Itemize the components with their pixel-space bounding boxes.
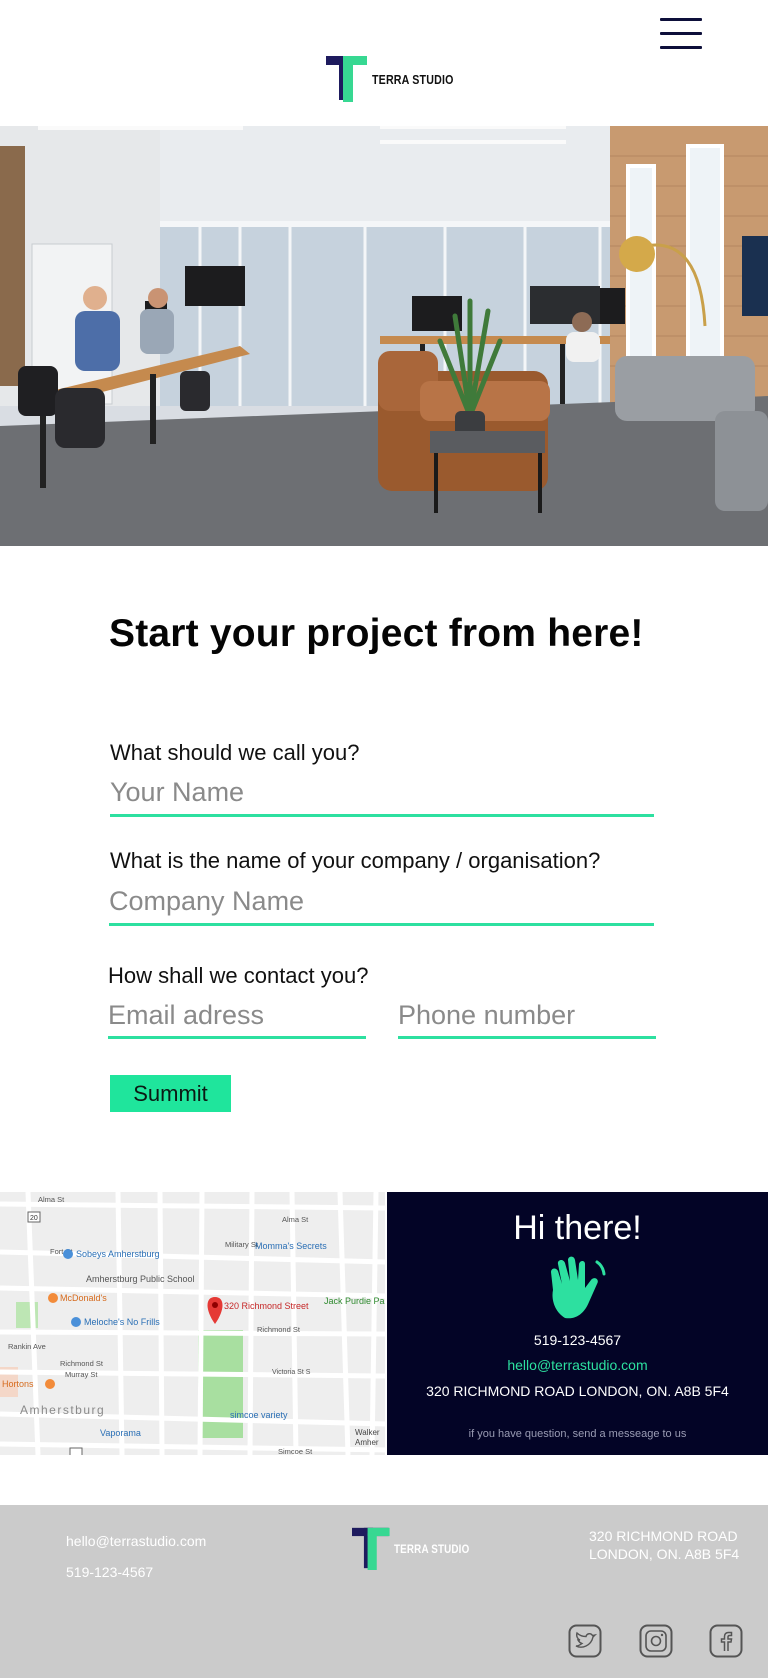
street-label: Murray St: [65, 1370, 98, 1379]
street-label: Rankin Ave: [8, 1342, 46, 1351]
street-label: Military St: [225, 1240, 259, 1249]
footer-email-link[interactable]: hello@terrastudio.com: [66, 1533, 206, 1549]
hamburger-menu-icon[interactable]: [660, 18, 704, 52]
place-label: Momma's Secrets: [255, 1241, 327, 1251]
contact-address: 320 RICHMOND ROAD LONDON, ON. A8B 5F4: [426, 1383, 729, 1399]
terra-logo-icon: [352, 1527, 390, 1570]
place-label: Meloche's No Frills: [84, 1317, 160, 1327]
place-label: Walker: [355, 1428, 380, 1437]
footer-brand-name: TERRA STUDIO: [394, 1542, 470, 1556]
email-input[interactable]: [108, 998, 366, 1039]
contact-question-label: How shall we contact you?: [108, 963, 369, 988]
footer-address-line2: LONDON, ON. A8B 5F4: [589, 1546, 740, 1562]
office-photo-illustration: [0, 126, 768, 546]
terra-logo-icon: [326, 56, 367, 102]
place-label: Hortons: [2, 1379, 34, 1389]
site-footer: hello@terrastudio.com 519-123-4567 TERRA…: [0, 1505, 768, 1678]
submit-button[interactable]: Summit: [110, 1075, 231, 1112]
name-question-label: What should we call you?: [110, 740, 360, 765]
twitter-icon[interactable]: [568, 1624, 602, 1658]
brand-logo[interactable]: TERRA STUDIO: [326, 54, 453, 102]
street-label: Richmond St: [257, 1325, 301, 1334]
footer-logo[interactable]: TERRA STUDIO: [352, 1526, 469, 1570]
road-badge: 20: [30, 1215, 38, 1222]
town-label: Amherstburg: [20, 1403, 105, 1417]
contact-note: if you have question, send a messeage to…: [468, 1428, 687, 1440]
hero-office-image: [0, 126, 768, 546]
waving-hand-icon: [551, 1256, 606, 1319]
place-label: Amherstburg Public School: [86, 1274, 195, 1284]
contact-phone[interactable]: 519-123-4567: [387, 1332, 768, 1348]
street-label: Alma St: [282, 1215, 309, 1224]
street-label: Alma St: [38, 1195, 65, 1204]
greeting: Hi there!: [513, 1209, 642, 1247]
name-input[interactable]: [110, 775, 654, 817]
map-pin-label: 320 Richmond Street: [224, 1301, 309, 1311]
instagram-icon[interactable]: [639, 1624, 673, 1658]
brand-name: TERRA STUDIO: [372, 72, 454, 87]
place-label: Jack Purdie Pa: [324, 1296, 385, 1306]
company-question-label: What is the name of your company / organ…: [110, 848, 601, 873]
footer-address-line1: 320 RICHMOND ROAD: [589, 1528, 738, 1544]
street-label: Simcoe St: [278, 1447, 313, 1455]
contact-email-link[interactable]: hello@terrastudio.com: [387, 1357, 768, 1373]
site-header: TERRA STUDIO: [0, 0, 768, 126]
place-label: McDonald's: [60, 1293, 107, 1303]
facebook-icon[interactable]: [709, 1624, 743, 1658]
location-map[interactable]: 20 Alma St Alma St Fort St Military St R…: [0, 1192, 387, 1455]
phone-input[interactable]: [398, 998, 656, 1039]
footer-phone[interactable]: 519-123-4567: [66, 1564, 153, 1580]
place-label: Amher: [355, 1438, 379, 1447]
place-label: Vaporama: [100, 1428, 141, 1438]
form-title: Start your project from here!: [109, 612, 644, 655]
place-label: simcoe variety: [230, 1410, 288, 1420]
contact-card: Hi there! 519-123-4567 hello@terrastudio…: [387, 1192, 768, 1455]
map-illustration: 20 Alma St Alma St Fort St Military St R…: [0, 1192, 387, 1455]
street-label: Victoria St S: [272, 1369, 311, 1376]
company-input[interactable]: [109, 884, 654, 926]
place-label: Sobeys Amherstburg: [76, 1249, 160, 1259]
street-label: Richmond St: [60, 1359, 104, 1368]
